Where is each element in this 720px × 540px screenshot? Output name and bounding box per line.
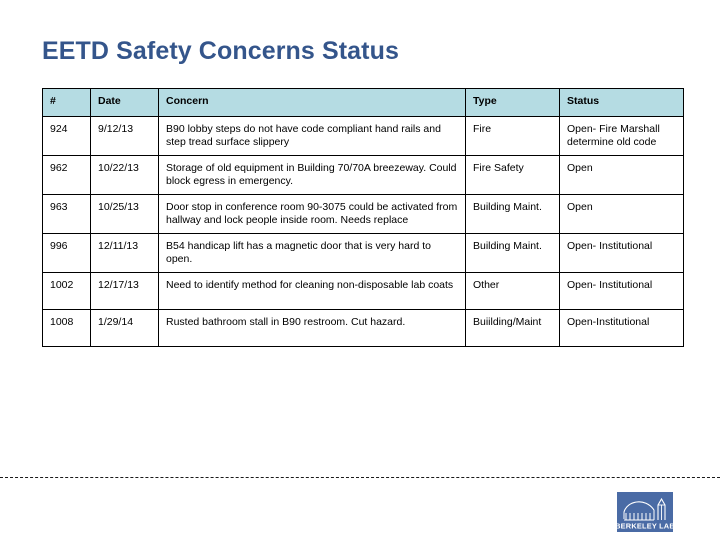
table-row: 1008 1/29/14 Rusted bathroom stall in B9… (42, 309, 684, 347)
table-row: 996 12/11/13 B54 handicap lift has a mag… (42, 233, 684, 273)
column-header-number: # (42, 88, 91, 117)
cell-number: 996 (42, 233, 91, 273)
cell-status: Open (559, 194, 684, 234)
column-header-status: Status (559, 88, 684, 117)
cell-status: Open- Institutional (559, 272, 684, 310)
cell-number: 1002 (42, 272, 91, 310)
cell-date: 10/25/13 (90, 194, 159, 234)
cell-concern: Rusted bathroom stall in B90 restroom. C… (158, 309, 466, 347)
table-body: 924 9/12/13 B90 lobby steps do not have … (42, 116, 684, 347)
safety-concerns-table: # Date Concern Type Status 924 9/12/13 B… (42, 88, 684, 347)
cell-type: Building Maint. (465, 233, 560, 273)
cell-status: Open- Fire Marshall determine old code (559, 116, 684, 156)
cell-number: 962 (42, 155, 91, 195)
page-title: EETD Safety Concerns Status (42, 37, 399, 65)
cell-type: Other (465, 272, 560, 310)
cell-concern: B54 handicap lift has a magnetic door th… (158, 233, 466, 273)
cell-concern: Storage of old equipment in Building 70/… (158, 155, 466, 195)
cell-concern: B90 lobby steps do not have code complia… (158, 116, 466, 156)
cell-number: 1008 (42, 309, 91, 347)
cell-concern: Door stop in conference room 90-3075 cou… (158, 194, 466, 234)
svg-text:BERKELEY LAB: BERKELEY LAB (617, 522, 673, 531)
cell-date: 1/29/14 (90, 309, 159, 347)
table-row: 1002 12/17/13 Need to identify method fo… (42, 272, 684, 310)
cell-type: Fire Safety (465, 155, 560, 195)
column-header-date: Date (90, 88, 159, 117)
cell-status: Open-Institutional (559, 309, 684, 347)
cell-type: Buiilding/Maint (465, 309, 560, 347)
cell-number: 924 (42, 116, 91, 156)
table-row: 924 9/12/13 B90 lobby steps do not have … (42, 116, 684, 156)
berkeley-lab-logo-icon: BERKELEY LAB (617, 492, 673, 532)
cell-date: 9/12/13 (90, 116, 159, 156)
cell-number: 963 (42, 194, 91, 234)
table-header-row: # Date Concern Type Status (42, 88, 684, 117)
column-header-concern: Concern (158, 88, 466, 117)
cell-type: Fire (465, 116, 560, 156)
cell-date: 12/11/13 (90, 233, 159, 273)
cell-status: Open- Institutional (559, 233, 684, 273)
safety-concerns-table-container: # Date Concern Type Status 924 9/12/13 B… (42, 88, 684, 347)
cell-type: Building Maint. (465, 194, 560, 234)
cell-date: 12/17/13 (90, 272, 159, 310)
table-row: 963 10/25/13 Door stop in conference roo… (42, 194, 684, 234)
column-header-type: Type (465, 88, 560, 117)
cell-date: 10/22/13 (90, 155, 159, 195)
table-row: 962 10/22/13 Storage of old equipment in… (42, 155, 684, 195)
footer-divider (0, 477, 720, 478)
cell-concern: Need to identify method for cleaning non… (158, 272, 466, 310)
cell-status: Open (559, 155, 684, 195)
slide-canvas: EETD Safety Concerns Status # Date Conce… (0, 0, 720, 540)
